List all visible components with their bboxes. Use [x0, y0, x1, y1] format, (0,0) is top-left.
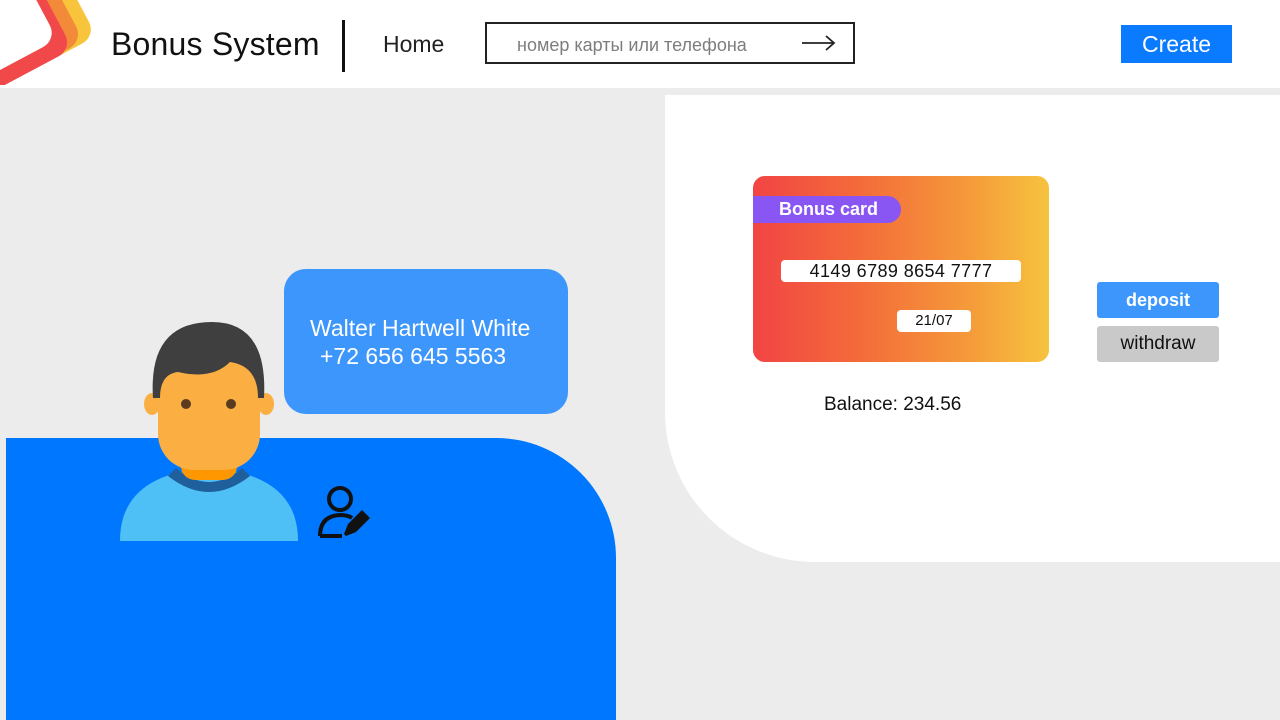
card-panel: Bonus card 4149 6789 8654 7777 21/07 Bal… — [665, 95, 1280, 562]
balance-label: Balance: — [824, 394, 898, 415]
customer-phone: +72 656 645 5563 — [320, 343, 507, 369]
search-box — [485, 22, 855, 64]
user-avatar-icon — [120, 322, 298, 541]
card-number: 4149 6789 8654 7777 — [781, 260, 1021, 282]
header-divider — [342, 20, 345, 72]
user-edit-icon[interactable] — [318, 484, 372, 540]
create-button[interactable]: Create — [1121, 25, 1232, 63]
customer-panel — [6, 438, 616, 720]
customer-name: Walter Hartwell White — [310, 315, 531, 341]
search-input[interactable] — [515, 31, 789, 59]
balance-value: 234.56 — [903, 394, 962, 415]
bonus-card: Bonus card 4149 6789 8654 7777 21/07 — [753, 176, 1049, 362]
card-tag: Bonus card — [753, 196, 901, 223]
header: Bonus System Home Create — [0, 0, 1280, 88]
deposit-button[interactable]: deposit — [1097, 282, 1219, 318]
nav-home-link[interactable]: Home — [383, 31, 444, 58]
arrow-right-icon[interactable] — [801, 33, 837, 53]
logo-icon[interactable] — [0, 0, 100, 85]
withdraw-button[interactable]: withdraw — [1097, 326, 1219, 362]
card-expiry: 21/07 — [897, 310, 971, 332]
customer-info-bubble: Walter Hartwell White +72 656 645 5563 — [284, 269, 568, 414]
balance-readout: Balance: 234.56 — [824, 394, 961, 416]
brand-title: Bonus System — [111, 26, 320, 62]
